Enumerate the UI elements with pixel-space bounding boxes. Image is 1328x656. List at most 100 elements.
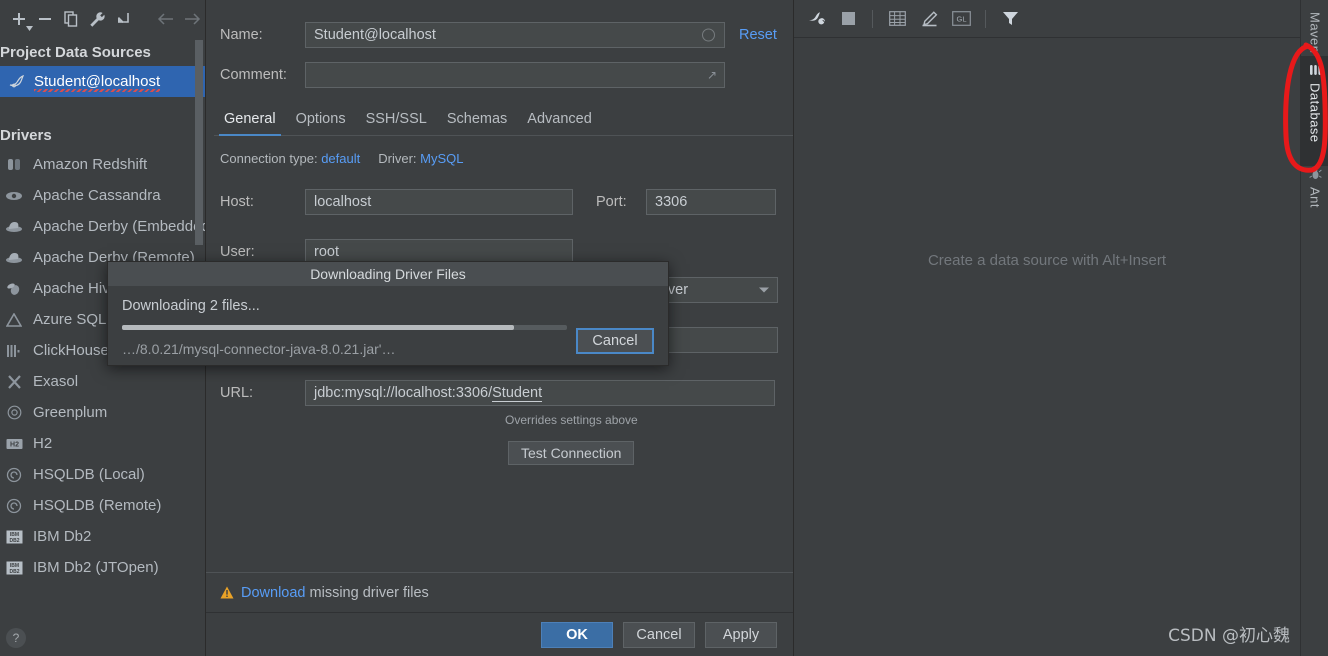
driver-label: Driver:	[378, 151, 417, 166]
azure-triangle-icon	[4, 310, 24, 330]
remove-data-source-button[interactable]	[32, 6, 58, 32]
test-connection-button[interactable]: Test Connection	[508, 441, 635, 465]
driver-item-apache-cassandra[interactable]: Apache Cassandra	[0, 180, 205, 211]
download-current-file: …/8.0.21/mysql-connector-java-8.0.21.jar…	[122, 341, 396, 357]
tab-general[interactable]: General	[214, 111, 286, 136]
driver-item-hsqldb-remote[interactable]: HSQLDB (Remote)	[0, 490, 205, 521]
driver-item-ibm-db2-jtopen[interactable]: IBM DB2 IBM Db2 (JTOpen)	[0, 552, 205, 583]
download-progress-fill	[122, 325, 514, 330]
host-input-value: localhost	[314, 194, 372, 210]
tab-advanced[interactable]: Advanced	[517, 111, 602, 135]
data-source-properties-button[interactable]	[84, 6, 110, 32]
driver-warning-rest: missing driver files	[305, 584, 429, 601]
driver-label: IBM Db2 (JTOpen)	[33, 559, 159, 576]
driver-item-ibm-db2[interactable]: IBM DB2 IBM Db2	[0, 521, 205, 552]
ibm-db2-icon: IBM DB2	[4, 558, 24, 578]
cancel-button[interactable]: Cancel	[623, 621, 695, 648]
tab-maven-label: Maven	[1307, 12, 1323, 54]
download-cancel-button[interactable]: Cancel	[576, 328, 654, 354]
tab-database-label: Database	[1307, 83, 1323, 143]
project-data-sources-header: Project Data Sources	[0, 44, 151, 61]
host-input[interactable]: localhost	[305, 189, 573, 215]
url-label: URL:	[220, 385, 254, 401]
chevron-down-icon	[759, 287, 769, 293]
toolbar-divider	[985, 9, 986, 28]
driver-label: Apache Derby (Embedded)	[33, 218, 205, 235]
driver-label: HSQLDB (Local)	[33, 466, 145, 483]
pencil-icon[interactable]	[915, 5, 943, 33]
hsqldb-spiral-icon	[4, 496, 24, 516]
derby-hat-icon	[4, 217, 24, 237]
port-input[interactable]: 3306	[646, 189, 776, 215]
connection-type-label: Connection type:	[220, 151, 318, 166]
collapse-all-button[interactable]	[110, 6, 136, 32]
gl-box-icon[interactable]: GL	[947, 5, 975, 33]
h2-icon: H2	[4, 434, 24, 454]
help-button[interactable]: ?	[6, 628, 26, 648]
name-row: Name: Student@localhost Reset	[220, 22, 790, 48]
driver-label: Greenplum	[33, 404, 108, 421]
tab-ssh-ssl[interactable]: SSH/SSL	[356, 111, 437, 135]
user-input-value: root	[314, 244, 339, 260]
grid-table-icon[interactable]	[883, 5, 911, 33]
cassandra-eye-icon	[4, 186, 24, 206]
navigate-forward-button[interactable]	[179, 6, 205, 32]
driver-item-amazon-redshift[interactable]: Amazon Redshift	[0, 149, 205, 180]
csdn-watermark: CSDN @初心魏	[1168, 626, 1290, 646]
name-status-circle-icon	[702, 28, 715, 42]
apply-button[interactable]: Apply	[705, 621, 777, 648]
ant-icon	[1308, 168, 1322, 183]
port-label: Port:	[596, 194, 627, 210]
download-drivers-link[interactable]: Download	[241, 585, 306, 601]
driver-item-apache-derby-embedded[interactable]: Apache Derby (Embedded)	[0, 211, 205, 242]
download-dialog-body: Downloading 2 files... …/8.0.21/mysql-co…	[108, 286, 668, 357]
svg-text:H2: H2	[10, 441, 19, 448]
svg-text:GL: GL	[956, 15, 966, 24]
driver-label: Amazon Redshift	[33, 156, 148, 173]
driver-label: Apache Hive	[33, 280, 119, 297]
comment-input[interactable]: ↗	[305, 62, 725, 88]
left-panel-scrollbar[interactable]	[195, 40, 203, 245]
driver-item-h2[interactable]: H2 H2	[0, 428, 205, 459]
stop-square-icon[interactable]	[834, 5, 862, 33]
url-input-value: jdbc:mysql://localhost:3306/	[314, 385, 493, 401]
exasol-x-icon	[4, 372, 24, 392]
toolbar-divider	[872, 9, 873, 28]
tab-database[interactable]: Database	[1301, 56, 1328, 166]
database-tool-window: GL Create a data source with Alt+Insert …	[793, 0, 1300, 656]
svg-text:DB2: DB2	[9, 538, 19, 544]
tab-schemas[interactable]: Schemas	[437, 111, 517, 135]
duplicate-data-source-button[interactable]	[58, 6, 84, 32]
connection-type-value[interactable]: default	[321, 151, 360, 166]
mysql-dolphin-icon	[6, 72, 26, 92]
connection-meta: Connection type: default Driver: MySQL	[220, 151, 464, 166]
tab-ant[interactable]: Ant	[1301, 160, 1328, 216]
db-wrench-icon[interactable]	[802, 5, 830, 33]
data-source-item-student[interactable]: Student@localhost	[0, 66, 205, 97]
driver-item-hsqldb-local[interactable]: HSQLDB (Local)	[0, 459, 205, 490]
empty-state-message: Create a data source with Alt+Insert	[927, 252, 1167, 269]
user-label: User:	[220, 244, 255, 260]
tab-options[interactable]: Options	[286, 111, 356, 135]
downloading-driver-files-dialog: Downloading Driver Files Downloading 2 f…	[107, 261, 669, 366]
url-input[interactable]: jdbc:mysql://localhost:3306/Student	[305, 380, 775, 406]
expand-icon[interactable]: ↗	[707, 63, 717, 87]
driver-warning-text: Download missing driver files	[241, 585, 429, 601]
driver-item-greenplum[interactable]: Greenplum	[0, 397, 205, 428]
tab-ant-label: Ant	[1307, 187, 1323, 209]
driver-label: Exasol	[33, 373, 79, 390]
ok-button[interactable]: OK	[541, 621, 613, 648]
right-tool-window-bar: Maven Database Ant	[1283, 0, 1328, 656]
name-input[interactable]: Student@localhost	[305, 22, 725, 48]
download-progress-bar	[122, 325, 567, 330]
driver-value[interactable]: MySQL	[420, 151, 463, 166]
navigate-back-button[interactable]	[153, 6, 179, 32]
greenplum-circle-icon	[4, 403, 24, 423]
add-data-source-button[interactable]	[6, 6, 33, 32]
url-input-db-name: Student	[492, 385, 543, 402]
driver-item-exasol[interactable]: Exasol	[0, 366, 205, 397]
hive-bee-icon	[4, 279, 24, 299]
driver-warning-bar: Download missing driver files	[206, 572, 793, 612]
funnel-icon[interactable]	[996, 5, 1024, 33]
reset-link[interactable]: Reset	[739, 27, 777, 43]
